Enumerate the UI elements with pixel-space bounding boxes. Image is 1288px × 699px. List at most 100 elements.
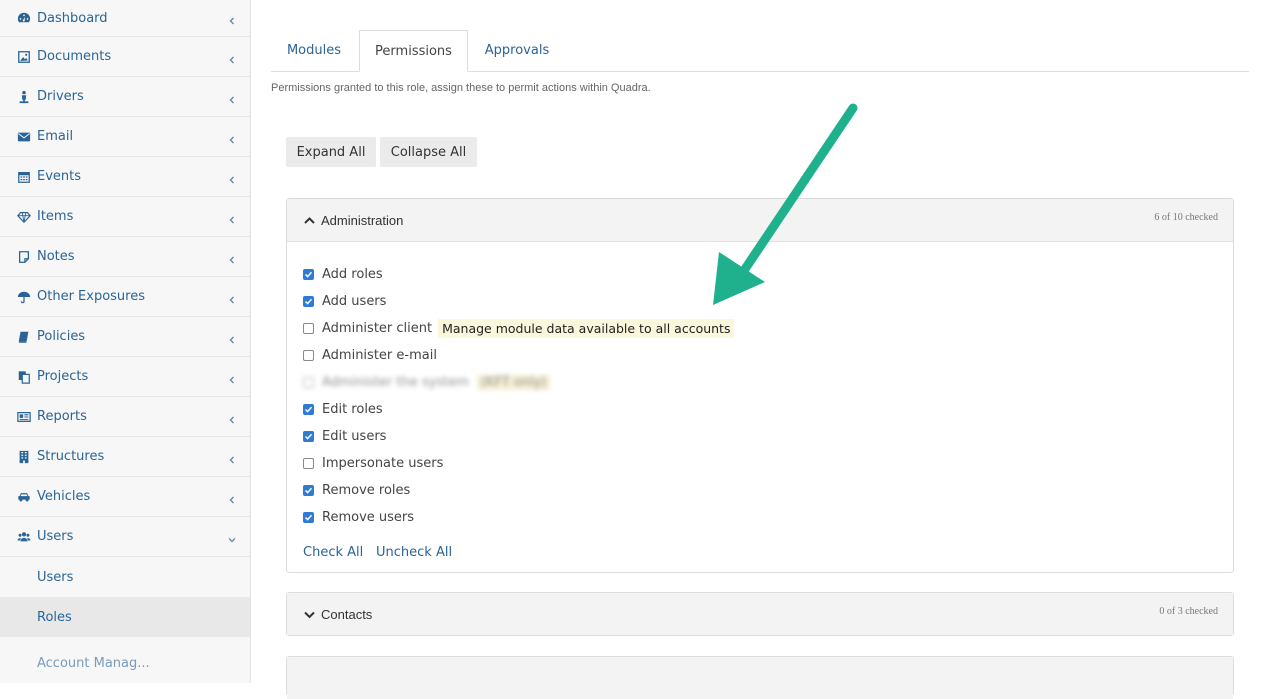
uncheck-all-link[interactable]: Uncheck All xyxy=(376,545,452,560)
sidebar-item-label: Projects xyxy=(37,369,89,384)
sidebar-item-vehicles[interactable]: Vehicles xyxy=(0,477,250,517)
sidebar-item-items[interactable]: Items xyxy=(0,197,250,237)
chevron-left-icon xyxy=(228,333,236,343)
sidebar-item-structures[interactable]: Structures xyxy=(0,437,250,477)
permission-administer-system: Administer the system (KFT only) xyxy=(303,372,551,392)
permission-impersonate-users: Impersonate users xyxy=(303,453,443,473)
checkbox[interactable] xyxy=(303,511,314,523)
tab-label: Modules xyxy=(286,43,342,58)
checked-count: 0 of 3 checked xyxy=(1159,606,1218,617)
permission-label: Administer the system xyxy=(322,374,469,390)
permission-edit-roles: Edit roles xyxy=(303,399,383,419)
sidebar-item-users[interactable]: Users xyxy=(0,517,250,557)
chevron-left-icon xyxy=(228,173,236,183)
sidebar-item-label: Events xyxy=(37,169,82,184)
expand-all-button[interactable]: Expand All xyxy=(286,137,376,167)
sidebar-item-label: Vehicles xyxy=(37,489,91,504)
permission-tag: (KFT only) xyxy=(476,374,551,390)
checkbox[interactable] xyxy=(303,322,314,334)
chevron-down-icon xyxy=(228,533,236,542)
note-icon xyxy=(16,249,32,265)
sidebar-item-label: Items xyxy=(37,209,74,224)
sidebar-item-email[interactable]: Email xyxy=(0,117,250,157)
permission-label: Administer client xyxy=(322,320,433,336)
book-icon xyxy=(16,329,32,345)
sidebar-subitem-label: Users xyxy=(37,569,74,585)
permissions-description: Permissions granted to this role, assign… xyxy=(271,82,651,94)
chevron-left-icon xyxy=(228,133,236,143)
sidebar-item-label: Dashboard xyxy=(37,10,108,26)
tab-approvals[interactable]: Approvals xyxy=(470,30,564,71)
sidebar-subitem-roles[interactable]: Roles xyxy=(0,597,250,637)
check-all-link[interactable]: Check All xyxy=(303,545,363,560)
collapse-all-button[interactable]: Collapse All xyxy=(380,137,477,167)
checkbox[interactable] xyxy=(303,376,314,388)
permission-add-users: Add users xyxy=(303,291,386,311)
panel-title: Administration xyxy=(321,212,404,228)
checkbox[interactable] xyxy=(303,403,314,415)
permission-label: Remove roles xyxy=(322,482,411,498)
checkbox[interactable] xyxy=(303,268,314,280)
chevron-left-icon xyxy=(228,373,236,383)
sidebar-item-events[interactable]: Events xyxy=(0,157,250,197)
checkbox[interactable] xyxy=(303,484,314,496)
permission-label: Administer e-mail xyxy=(322,347,437,363)
chevron-left-icon xyxy=(228,53,236,63)
image-icon xyxy=(16,49,32,65)
main-content: Modules Permissions Approvals Permission… xyxy=(251,0,1288,699)
checkbox[interactable] xyxy=(303,349,314,361)
diamond-icon xyxy=(16,209,32,225)
chevron-left-icon xyxy=(228,253,236,263)
building-icon xyxy=(16,449,32,465)
contacts-panel-header[interactable]: Contacts 0 of 3 checked xyxy=(287,593,1233,635)
umbrella-icon xyxy=(16,289,32,305)
permission-edit-users: Edit users xyxy=(303,426,386,446)
permission-remove-users: Remove users xyxy=(303,507,414,527)
tab-modules[interactable]: Modules xyxy=(271,30,357,71)
checkbox[interactable] xyxy=(303,295,314,307)
newspaper-icon xyxy=(16,409,32,425)
permission-label: Remove users xyxy=(322,509,415,525)
permission-tooltip: Manage module data available to all acco… xyxy=(438,318,735,338)
sidebar-item-policies[interactable]: Policies xyxy=(0,317,250,357)
sidebar-item-reports[interactable]: Reports xyxy=(0,397,250,437)
dashboard-icon xyxy=(16,10,32,26)
checkbox[interactable] xyxy=(303,430,314,442)
sidebar-subitem-label: Roles xyxy=(37,609,72,625)
chevron-down-icon xyxy=(303,608,316,621)
sidebar-subitem-users[interactable]: Users xyxy=(0,557,250,597)
panel-title: Contacts xyxy=(321,606,373,622)
tab-bar: Modules Permissions Approvals xyxy=(271,30,1249,72)
chevron-left-icon xyxy=(228,293,236,303)
sidebar-item-label: Users xyxy=(37,529,74,544)
checked-count: 6 of 10 checked xyxy=(1154,212,1218,223)
permission-label: Edit roles xyxy=(322,401,383,417)
chevron-left-icon xyxy=(228,453,236,463)
sidebar-item-notes[interactable]: Notes xyxy=(0,237,250,277)
tab-label: Approvals xyxy=(484,43,550,58)
sidebar-subitem-account-management[interactable]: Account Manag... xyxy=(0,637,250,671)
chevron-left-icon xyxy=(228,413,236,423)
permission-administer-email: Administer e-mail xyxy=(303,345,437,365)
sidebar-item-projects[interactable]: Projects xyxy=(0,357,250,397)
sidebar-item-dashboard[interactable]: Dashboard xyxy=(0,0,250,37)
permission-label: Edit users xyxy=(322,428,387,444)
sidebar: Dashboard Documents Drivers Email Events… xyxy=(0,0,251,683)
sidebar-item-label: Policies xyxy=(37,329,86,344)
permission-remove-roles: Remove roles xyxy=(303,480,410,500)
sidebar-item-drivers[interactable]: Drivers xyxy=(0,77,250,117)
chevron-left-icon xyxy=(228,493,236,503)
checkbox[interactable] xyxy=(303,457,314,469)
permission-administer-client: Administer client Manage module data ava… xyxy=(303,318,735,338)
sidebar-item-other-exposures[interactable]: Other Exposures xyxy=(0,277,250,317)
sidebar-item-label: Other Exposures xyxy=(37,289,145,304)
contacts-panel: Contacts 0 of 3 checked xyxy=(286,592,1234,636)
calendar-icon xyxy=(16,169,32,185)
tab-permissions[interactable]: Permissions xyxy=(359,30,468,72)
next-panel-header[interactable] xyxy=(287,657,1233,699)
sidebar-item-documents[interactable]: Documents xyxy=(0,37,250,77)
annotation-arrow xyxy=(713,103,858,305)
tab-label: Permissions xyxy=(375,43,452,59)
sidebar-item-label: Reports xyxy=(37,409,87,424)
chevron-left-icon xyxy=(228,213,236,223)
